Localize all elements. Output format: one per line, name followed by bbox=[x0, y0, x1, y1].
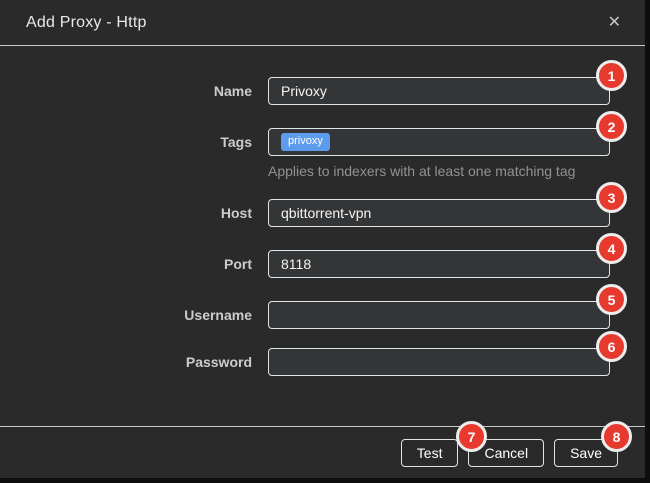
name-row: Name bbox=[0, 77, 645, 105]
password-row: Password bbox=[0, 348, 645, 376]
test-button[interactable]: Test bbox=[401, 439, 459, 467]
tags-helper-text: Applies to indexers with at least one ma… bbox=[268, 163, 645, 179]
modal-header: Add Proxy - Http ✕ bbox=[0, 0, 645, 46]
name-label: Name bbox=[0, 83, 252, 99]
annotation-badge-5: 5 bbox=[596, 284, 627, 315]
tags-label: Tags bbox=[0, 134, 252, 150]
annotation-badge-1: 1 bbox=[596, 60, 627, 91]
password-label: Password bbox=[0, 354, 252, 370]
name-input[interactable] bbox=[268, 77, 610, 105]
port-row: Port bbox=[0, 250, 645, 278]
page-title: Add Proxy - Http bbox=[26, 14, 147, 32]
annotation-badge-8: 8 bbox=[601, 421, 632, 452]
port-label: Port bbox=[0, 256, 252, 272]
username-field[interactable] bbox=[268, 301, 610, 329]
host-label: Host bbox=[0, 205, 252, 221]
annotation-badge-4: 4 bbox=[596, 233, 627, 264]
annotation-badge-2: 2 bbox=[596, 111, 627, 142]
tag-chip[interactable]: privoxy bbox=[281, 133, 330, 151]
username-row: Username bbox=[0, 301, 645, 329]
host-row: Host bbox=[0, 199, 645, 227]
password-field[interactable] bbox=[268, 348, 610, 376]
tags-row: Tags privoxy bbox=[0, 128, 645, 156]
add-proxy-modal: Add Proxy - Http ✕ Name Tags privoxy App… bbox=[0, 0, 645, 478]
close-icon[interactable]: ✕ bbox=[604, 11, 625, 35]
annotation-badge-6: 6 bbox=[596, 331, 627, 362]
proxy-form: Name Tags privoxy Applies to indexers wi… bbox=[0, 46, 645, 376]
username-label: Username bbox=[0, 307, 252, 323]
host-input[interactable] bbox=[268, 199, 610, 227]
tags-input[interactable]: privoxy bbox=[268, 128, 610, 156]
annotation-badge-7: 7 bbox=[456, 421, 487, 452]
annotation-badge-3: 3 bbox=[596, 182, 627, 213]
port-input[interactable] bbox=[268, 250, 610, 278]
modal-footer: Test Cancel Save bbox=[0, 426, 645, 478]
